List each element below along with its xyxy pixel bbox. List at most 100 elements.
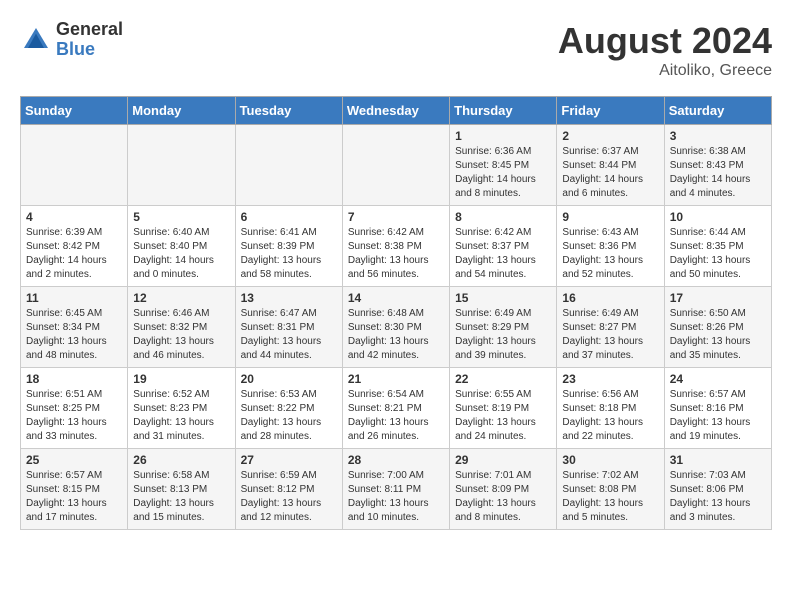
calendar-cell: 24 Sunrise: 6:57 AM Sunset: 8:16 PM Dayli… [664,368,771,449]
day-info: Sunrise: 6:50 AM Sunset: 8:26 PM Dayligh… [670,307,766,363]
day-number: 22 [455,372,551,386]
logo-general: General [56,20,123,40]
header-saturday: Saturday [664,97,771,125]
day-info: Sunrise: 6:38 AM Sunset: 8:43 PM Dayligh… [670,145,766,201]
day-info: Sunrise: 6:40 AM Sunset: 8:40 PM Dayligh… [133,226,229,282]
day-info: Sunrise: 6:44 AM Sunset: 8:35 PM Dayligh… [670,226,766,282]
day-info: Sunrise: 6:39 AM Sunset: 8:42 PM Dayligh… [26,226,122,282]
day-info: Sunrise: 7:01 AM Sunset: 8:09 PM Dayligh… [455,469,551,525]
logo-text: General Blue [56,20,123,60]
day-info: Sunrise: 6:58 AM Sunset: 8:13 PM Dayligh… [133,469,229,525]
calendar-cell: 16 Sunrise: 6:49 AM Sunset: 8:27 PM Dayli… [557,287,664,368]
day-number: 27 [241,453,337,467]
day-info: Sunrise: 6:41 AM Sunset: 8:39 PM Dayligh… [241,226,337,282]
header-thursday: Thursday [450,97,557,125]
day-number: 11 [26,291,122,305]
calendar-cell: 15 Sunrise: 6:49 AM Sunset: 8:29 PM Dayli… [450,287,557,368]
calendar-week-4: 18Sunrise: 6:51 AM Sunset: 8:25 PM Dayli… [21,368,772,449]
calendar-cell: 9 Sunrise: 6:43 AM Sunset: 8:36 PM Daylig… [557,206,664,287]
calendar-cell [235,125,342,206]
day-number: 17 [670,291,766,305]
day-number: 12 [133,291,229,305]
calendar-cell: 2 Sunrise: 6:37 AM Sunset: 8:44 PM Daylig… [557,125,664,206]
calendar-cell: 14 Sunrise: 6:48 AM Sunset: 8:30 PM Dayli… [342,287,449,368]
day-number: 29 [455,453,551,467]
calendar-cell: 20 Sunrise: 6:53 AM Sunset: 8:22 PM Dayli… [235,368,342,449]
day-info: Sunrise: 6:59 AM Sunset: 8:12 PM Dayligh… [241,469,337,525]
calendar-cell: 1Sunrise: 6:36 AM Sunset: 8:45 PM Daylig… [450,125,557,206]
day-number: 28 [348,453,444,467]
calendar-week-1: 1Sunrise: 6:36 AM Sunset: 8:45 PM Daylig… [21,125,772,206]
month-year-title: August 2024 [558,20,772,62]
header-wednesday: Wednesday [342,97,449,125]
day-info: Sunrise: 6:57 AM Sunset: 8:16 PM Dayligh… [670,388,766,444]
day-number: 25 [26,453,122,467]
day-info: Sunrise: 7:03 AM Sunset: 8:06 PM Dayligh… [670,469,766,525]
day-info: Sunrise: 6:47 AM Sunset: 8:31 PM Dayligh… [241,307,337,363]
day-info: Sunrise: 6:45 AM Sunset: 8:34 PM Dayligh… [26,307,122,363]
calendar-cell: 17 Sunrise: 6:50 AM Sunset: 8:26 PM Dayli… [664,287,771,368]
calendar-cell: 7 Sunrise: 6:42 AM Sunset: 8:38 PM Daylig… [342,206,449,287]
calendar-week-5: 25Sunrise: 6:57 AM Sunset: 8:15 PM Dayli… [21,449,772,530]
calendar-cell: 18Sunrise: 6:51 AM Sunset: 8:25 PM Dayli… [21,368,128,449]
day-number: 13 [241,291,337,305]
calendar-cell: 11 Sunrise: 6:45 AM Sunset: 8:34 PM Dayli… [21,287,128,368]
day-number: 4 [26,210,122,224]
calendar-cell [342,125,449,206]
day-number: 21 [348,372,444,386]
day-info: Sunrise: 6:48 AM Sunset: 8:30 PM Dayligh… [348,307,444,363]
day-number: 5 [133,210,229,224]
calendar-week-2: 4 Sunrise: 6:39 AM Sunset: 8:42 PM Daylig… [21,206,772,287]
day-info: Sunrise: 6:56 AM Sunset: 8:18 PM Dayligh… [562,388,658,444]
day-number: 7 [348,210,444,224]
calendar-cell: 10Sunrise: 6:44 AM Sunset: 8:35 PM Dayli… [664,206,771,287]
header-monday: Monday [128,97,235,125]
day-number: 9 [562,210,658,224]
day-number: 16 [562,291,658,305]
header-friday: Friday [557,97,664,125]
calendar-week-3: 11 Sunrise: 6:45 AM Sunset: 8:34 PM Dayli… [21,287,772,368]
calendar-table: SundayMondayTuesdayWednesdayThursdayFrid… [20,96,772,530]
day-info: Sunrise: 6:37 AM Sunset: 8:44 PM Dayligh… [562,145,658,201]
day-number: 6 [241,210,337,224]
calendar-cell: 12Sunrise: 6:46 AM Sunset: 8:32 PM Dayli… [128,287,235,368]
day-number: 31 [670,453,766,467]
day-number: 14 [348,291,444,305]
day-info: Sunrise: 6:36 AM Sunset: 8:45 PM Dayligh… [455,145,551,201]
day-number: 18 [26,372,122,386]
logo: General Blue [20,20,123,60]
day-number: 20 [241,372,337,386]
calendar-cell: 31 Sunrise: 7:03 AM Sunset: 8:06 PM Dayli… [664,449,771,530]
day-info: Sunrise: 6:42 AM Sunset: 8:38 PM Dayligh… [348,226,444,282]
calendar-cell: 28Sunrise: 7:00 AM Sunset: 8:11 PM Dayli… [342,449,449,530]
header-tuesday: Tuesday [235,97,342,125]
calendar-cell: 8Sunrise: 6:42 AM Sunset: 8:37 PM Daylig… [450,206,557,287]
header-sunday: Sunday [21,97,128,125]
calendar-cell: 4 Sunrise: 6:39 AM Sunset: 8:42 PM Daylig… [21,206,128,287]
day-info: Sunrise: 6:43 AM Sunset: 8:36 PM Dayligh… [562,226,658,282]
day-number: 30 [562,453,658,467]
calendar-cell: 6 Sunrise: 6:41 AM Sunset: 8:39 PM Daylig… [235,206,342,287]
day-number: 24 [670,372,766,386]
calendar-cell: 30Sunrise: 7:02 AM Sunset: 8:08 PM Dayli… [557,449,664,530]
day-number: 2 [562,129,658,143]
day-info: Sunrise: 6:53 AM Sunset: 8:22 PM Dayligh… [241,388,337,444]
day-info: Sunrise: 6:49 AM Sunset: 8:29 PM Dayligh… [455,307,551,363]
day-info: Sunrise: 6:54 AM Sunset: 8:21 PM Dayligh… [348,388,444,444]
day-info: Sunrise: 6:49 AM Sunset: 8:27 PM Dayligh… [562,307,658,363]
calendar-cell: 13 Sunrise: 6:47 AM Sunset: 8:31 PM Dayli… [235,287,342,368]
day-number: 3 [670,129,766,143]
title-section: August 2024 Aitoliko, Greece [558,20,772,80]
day-number: 15 [455,291,551,305]
calendar-cell: 21 Sunrise: 6:54 AM Sunset: 8:21 PM Dayli… [342,368,449,449]
location-subtitle: Aitoliko, Greece [558,62,772,80]
calendar-header-row: SundayMondayTuesdayWednesdayThursdayFrid… [21,97,772,125]
day-number: 8 [455,210,551,224]
calendar-cell: 27 Sunrise: 6:59 AM Sunset: 8:12 PM Dayli… [235,449,342,530]
calendar-cell: 26 Sunrise: 6:58 AM Sunset: 8:13 PM Dayli… [128,449,235,530]
calendar-cell: 22Sunrise: 6:55 AM Sunset: 8:19 PM Dayli… [450,368,557,449]
calendar-cell: 19 Sunrise: 6:52 AM Sunset: 8:23 PM Dayli… [128,368,235,449]
day-info: Sunrise: 6:52 AM Sunset: 8:23 PM Dayligh… [133,388,229,444]
day-number: 19 [133,372,229,386]
day-number: 26 [133,453,229,467]
